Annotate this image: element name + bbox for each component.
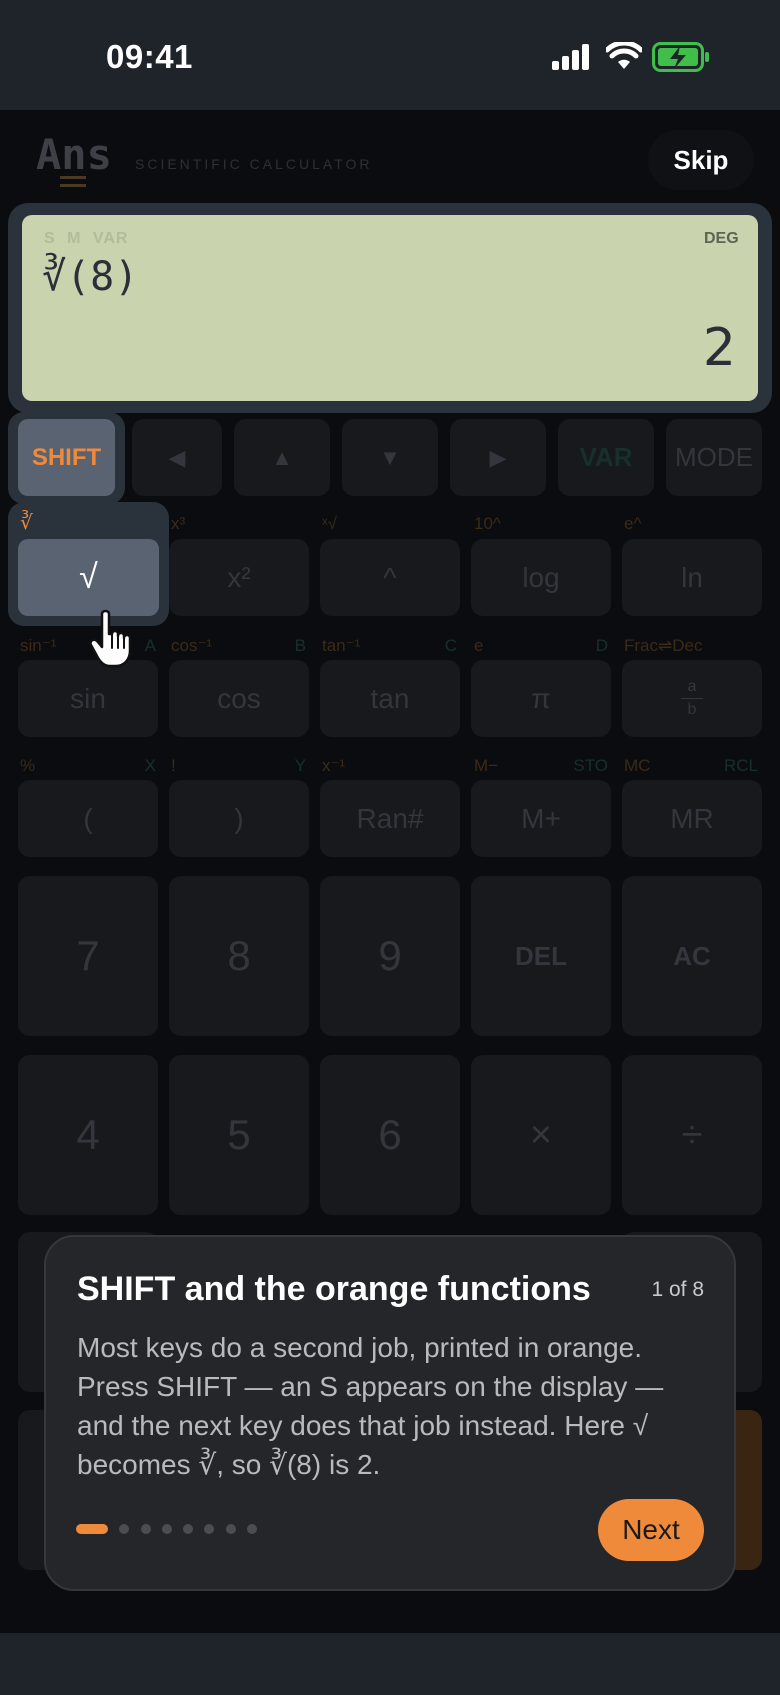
var-key[interactable]: VAR: [558, 419, 654, 496]
angle-mode-indicator: DEG: [704, 230, 739, 247]
progress-dot: [119, 1524, 129, 1534]
shift-label: tan⁻¹: [322, 636, 361, 655]
power-key[interactable]: ^: [320, 539, 460, 616]
digit-5-key[interactable]: 5: [169, 1055, 309, 1215]
shift-label: MC: [624, 756, 651, 775]
progress-dot: [247, 1524, 257, 1534]
shift-label: x⁻¹: [322, 756, 346, 775]
log-key[interactable]: log: [471, 539, 611, 616]
tutorial-title: SHIFT and the orange functions: [77, 1270, 591, 1308]
close-paren-key[interactable]: ): [169, 780, 309, 857]
memory-plus-key[interactable]: M+: [471, 780, 611, 857]
cos-key[interactable]: cos: [169, 660, 309, 737]
progress-dot: [226, 1524, 236, 1534]
fraction-numerator: a: [687, 678, 697, 695]
digit-9-key[interactable]: 9: [320, 876, 460, 1036]
tan-key[interactable]: tan: [320, 660, 460, 737]
multiply-key[interactable]: ×: [471, 1055, 611, 1215]
digit-8-key[interactable]: 8: [169, 876, 309, 1036]
alpha-label: Y: [294, 756, 306, 775]
square-key[interactable]: x²: [169, 539, 309, 616]
digit-7-key[interactable]: 7: [18, 876, 158, 1036]
tutorial-step-counter: 1 of 8: [651, 1278, 704, 1301]
alpha-label: D: [595, 636, 608, 655]
mode-key[interactable]: MODE: [666, 419, 762, 496]
app-logo: Ans: [36, 130, 112, 179]
battery-charging-icon: [652, 42, 709, 72]
shift-label: sin⁻¹: [20, 636, 57, 655]
random-key[interactable]: Ran#: [320, 780, 460, 857]
display-expression: ∛(8): [42, 254, 139, 300]
progress-dot: [141, 1524, 151, 1534]
digit-6-key[interactable]: 6: [320, 1055, 460, 1215]
alpha-label: C: [444, 636, 457, 655]
progress-dot: [162, 1524, 172, 1534]
divide-key[interactable]: ÷: [622, 1055, 762, 1215]
shift-label: ˣ√: [322, 514, 337, 533]
shift-label: !: [171, 756, 176, 775]
cursor-up-key[interactable]: ▲: [234, 419, 330, 496]
memory-recall-key[interactable]: MR: [622, 780, 762, 857]
progress-dot-active: [76, 1524, 108, 1534]
all-clear-key[interactable]: AC: [622, 876, 762, 1036]
shift-label: Frac⇌Dec: [624, 636, 703, 655]
cellular-signal-icon: [552, 44, 589, 70]
fraction-denominator: b: [687, 701, 697, 718]
shift-label-cube-root: ∛: [20, 512, 33, 534]
wifi-icon: [606, 42, 642, 69]
alpha-label: STO: [573, 756, 608, 775]
shift-label: cos⁻¹: [171, 636, 213, 655]
display-indicators: S M VAR: [44, 230, 129, 247]
logo-mark: [60, 184, 86, 187]
shift-label: M−: [474, 756, 499, 775]
cursor-left-key[interactable]: ◀: [132, 419, 222, 496]
home-indicator-bar: [0, 1633, 780, 1695]
display-result: 2: [702, 318, 736, 378]
cursor-right-key[interactable]: ▶: [450, 419, 546, 496]
shift-label: e^: [624, 514, 642, 533]
delete-key[interactable]: DEL: [471, 876, 611, 1036]
shift-label: x³: [171, 514, 186, 533]
progress-dot: [204, 1524, 214, 1534]
shift-label: e: [474, 636, 484, 655]
pointer-hand-icon: [89, 609, 132, 668]
logo-mark: [60, 176, 86, 179]
alpha-label: X: [144, 756, 156, 775]
open-paren-key[interactable]: (: [18, 780, 158, 857]
next-button[interactable]: Next: [598, 1499, 704, 1561]
sin-key[interactable]: sin: [18, 660, 158, 737]
tutorial-body: Most keys do a second job, printed in or…: [77, 1332, 664, 1480]
app-subtitle: SCIENTIFIC CALCULATOR: [135, 156, 373, 172]
ln-key[interactable]: ln: [622, 539, 762, 616]
fraction-bar: [681, 698, 703, 699]
digit-4-key[interactable]: 4: [18, 1055, 158, 1215]
pi-key[interactable]: π: [471, 660, 611, 737]
skip-button[interactable]: Skip: [648, 130, 754, 190]
sqrt-key[interactable]: √: [18, 539, 159, 616]
alpha-label: B: [294, 636, 306, 655]
shift-label: %: [20, 756, 36, 775]
shift-label: 10^: [474, 514, 501, 533]
status-time: 09:41: [106, 38, 193, 75]
progress-dot: [183, 1524, 193, 1534]
cursor-down-key[interactable]: ▼: [342, 419, 438, 496]
fraction-key[interactable]: a b: [622, 660, 762, 737]
alpha-label: RCL: [723, 756, 758, 775]
shift-key[interactable]: SHIFT: [18, 419, 115, 496]
